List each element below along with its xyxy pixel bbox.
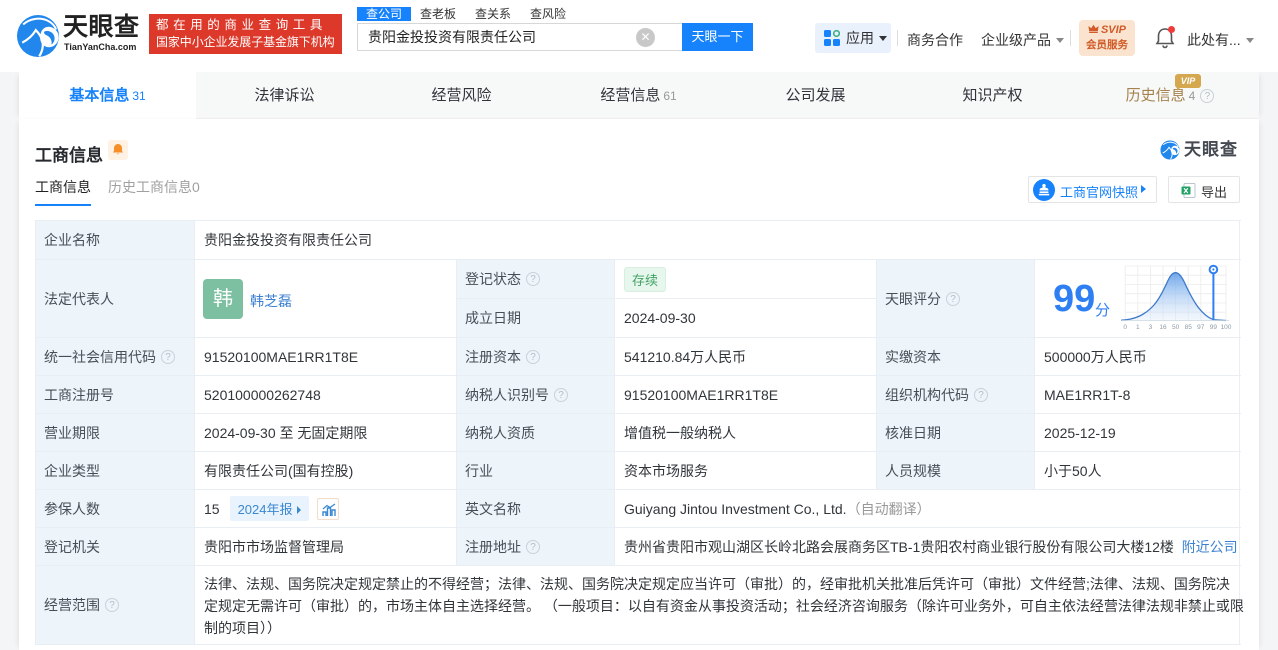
svg-text:50: 50 xyxy=(1172,324,1180,331)
svg-text:99: 99 xyxy=(1210,324,1218,331)
svg-text:97: 97 xyxy=(1197,324,1205,331)
svg-text:85: 85 xyxy=(1185,324,1193,331)
svg-text:3: 3 xyxy=(1149,324,1153,331)
svg-text:1: 1 xyxy=(1136,324,1140,331)
svg-text:0: 0 xyxy=(1123,324,1127,331)
svg-text:100: 100 xyxy=(1221,324,1232,331)
svg-text:16: 16 xyxy=(1159,324,1167,331)
